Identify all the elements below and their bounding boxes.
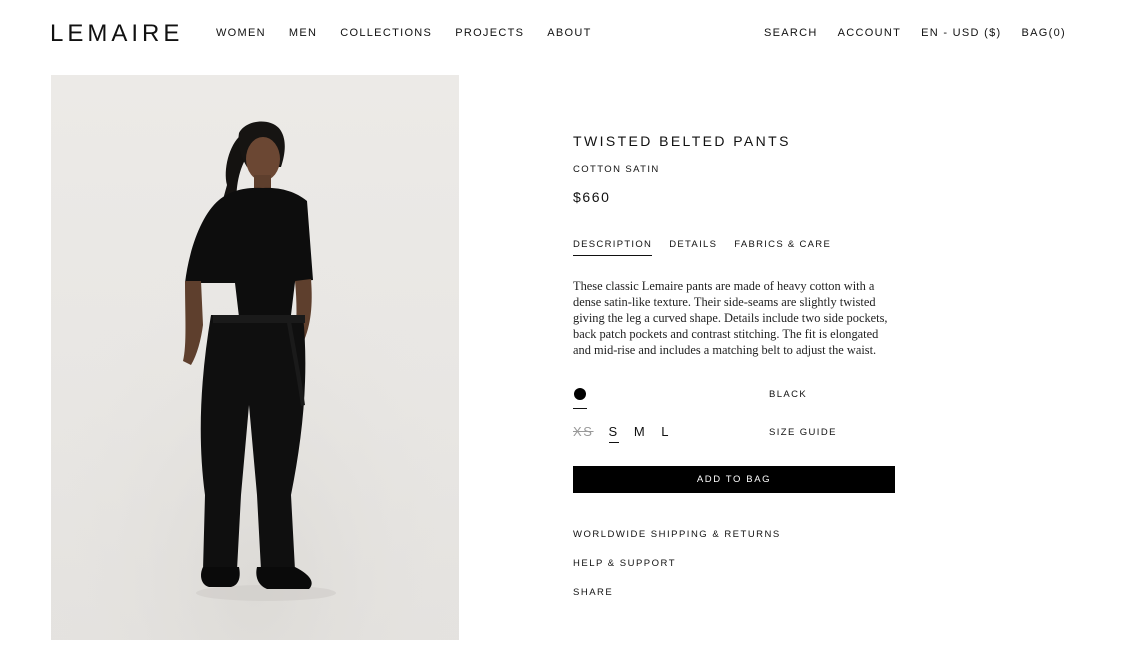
site-header: LEMAIRE WOMEN MEN COLLECTIONS PROJECTS A…	[0, 0, 1125, 68]
utility-nav: SEARCH ACCOUNT EN - USD ($) BAG(0)	[764, 27, 1066, 39]
product-tabs: DESCRIPTION DETAILS FABRICS & CARE	[573, 239, 831, 256]
color-swatch-black[interactable]	[573, 386, 588, 409]
nav-collections[interactable]: COLLECTIONS	[340, 27, 432, 39]
size-option-l[interactable]: L	[661, 424, 670, 443]
search-link[interactable]: SEARCH	[764, 27, 818, 39]
swatch-selected-indicator	[573, 408, 587, 409]
nav-projects[interactable]: PROJECTS	[455, 27, 524, 39]
size-option-xs[interactable]: XS	[573, 424, 594, 443]
nav-women[interactable]: WOMEN	[216, 27, 266, 39]
size-selector: XS S M L SIZE GUIDE	[573, 424, 895, 448]
product-image[interactable]	[51, 75, 459, 640]
brand-logo[interactable]: LEMAIRE	[50, 20, 183, 48]
color-swatch-dot	[574, 388, 586, 400]
product-title: TWISTED BELTED PANTS	[573, 133, 791, 149]
nav-about[interactable]: ABOUT	[547, 27, 591, 39]
color-name: BLACK	[769, 389, 808, 400]
bag-link[interactable]: BAG(0)	[1022, 27, 1066, 39]
tab-fabrics-care[interactable]: FABRICS & CARE	[734, 239, 831, 256]
product-fabric: COTTON SATIN	[573, 164, 660, 175]
size-option-s[interactable]: S	[608, 424, 619, 443]
help-support-link[interactable]: HELP & SUPPORT	[573, 558, 781, 569]
size-guide-link[interactable]: SIZE GUIDE	[769, 427, 837, 438]
product-description: These classic Lemaire pants are made of …	[573, 279, 888, 357]
tab-details[interactable]: DETAILS	[669, 239, 717, 256]
color-selector: BLACK	[573, 386, 895, 410]
size-option-m[interactable]: M	[634, 424, 646, 443]
info-links: WORLDWIDE SHIPPING & RETURNS HELP & SUPP…	[573, 529, 781, 616]
tab-description[interactable]: DESCRIPTION	[573, 239, 653, 256]
account-link[interactable]: ACCOUNT	[838, 27, 902, 39]
product-price: $660	[573, 189, 611, 205]
shipping-returns-link[interactable]: WORLDWIDE SHIPPING & RETURNS	[573, 529, 781, 540]
size-options: XS S M L	[573, 424, 670, 443]
add-to-bag-button[interactable]: ADD TO BAG	[573, 466, 895, 493]
share-link[interactable]: SHARE	[573, 587, 781, 598]
locale-currency-selector[interactable]: EN - USD ($)	[921, 27, 1001, 39]
nav-men[interactable]: MEN	[289, 27, 317, 39]
primary-nav: WOMEN MEN COLLECTIONS PROJECTS ABOUT	[216, 27, 592, 39]
model-photo-icon	[51, 75, 459, 640]
